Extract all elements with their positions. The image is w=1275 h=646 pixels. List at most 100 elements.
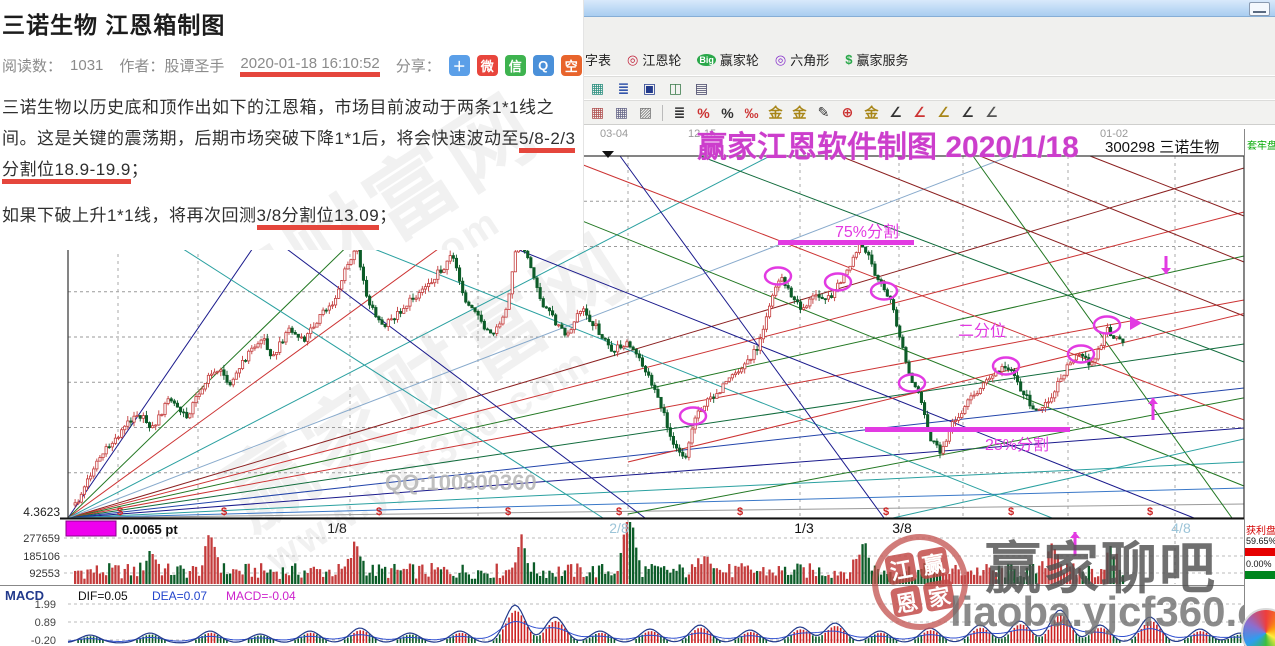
reads-count: 1031 [70,57,103,74]
seal-char: 赢 [917,546,951,580]
percent-icon[interactable]: % [717,103,738,122]
gold-line-icon[interactable]: 金 [789,103,810,122]
angle-build-icon[interactable]: ∠ [957,103,978,122]
angle-f-icon[interactable]: ∠ [909,103,930,122]
wechat-icon[interactable]: 信 [505,55,526,76]
author-name: 股谭圣手 [164,55,224,76]
article-title: 三诺生物 江恩箱制图 [2,6,581,40]
svg-text:03-04: 03-04 [600,128,628,140]
svg-text:$: $ [117,506,123,518]
weibo-icon[interactable]: 微 [477,55,498,76]
svg-text:DEA=0.07: DEA=0.07 [152,589,207,603]
svg-text:$: $ [221,506,227,518]
article-paragraph: 如果下破上升1*1线，将再次回测3/8分割位13.09； [2,200,581,231]
angle-j-icon[interactable]: ∠ [885,103,906,122]
profit-label: 获利盘 [1246,522,1275,537]
window-titlebar[interactable] [583,0,1275,17]
zero-bar [1245,571,1275,579]
print-icon[interactable]: ▤ [691,79,712,98]
menu-hexagon[interactable]: ◎六角形 [775,50,829,69]
svg-text:$: $ [505,506,511,518]
menu-winner-service[interactable]: $赢家服务 [845,50,908,69]
calc-icon[interactable]: ▦ [587,79,608,98]
qq-icon[interactable]: Q [533,55,554,76]
menu-gann-wheel[interactable]: ◎江恩轮 [627,50,681,69]
svg-text:QQ:100800360: QQ:100800360 [385,470,537,495]
article-paragraph: 三诺生物以历史底和顶作出如下的江恩箱，市场目前波动于两条1*1线之间。这是关键的… [2,92,581,185]
svg-text:300298 三诺生物: 300298 三诺生物 [1105,139,1219,156]
seal-char: 恩 [890,584,924,618]
svg-text:3/8: 3/8 [892,520,912,536]
menu-hexagon-icon: ◎ [775,52,786,68]
pen-icon[interactable]: ✎ [813,103,834,122]
target-red-icon[interactable]: ⊕ [837,103,858,122]
share-chart-icon[interactable]: ◫ [665,79,686,98]
gannbox-icon[interactable]: ▦ [611,103,632,122]
underlined-key-level: 3/8分割位13.09 [257,206,380,230]
article-overlay: 赢家财富网 www.yjcf360.com 三诺生物 江恩箱制图 阅读数：103… [0,0,584,250]
svg-text:$: $ [1147,506,1153,518]
svg-text:DIF=0.05: DIF=0.05 [78,589,128,603]
svg-text:2/8: 2/8 [609,520,629,536]
menu-gann-wheel-icon: ◎ [627,52,638,68]
article-meta: 阅读数：1031 作者：股谭圣手 2020-01-18 16:10:52 分享：… [2,54,581,77]
share-icon-row: ＋微信Q空贴 [449,54,584,77]
zero-percent: 0.00% [1246,559,1272,569]
share-more-icon[interactable]: ＋ [449,55,470,76]
svg-text:75%分割: 75%分割 [835,223,899,241]
menu-zibiao[interactable]: 字表 [585,50,611,69]
svg-text:1/8: 1/8 [327,520,347,536]
notes-icon[interactable]: ≣ [613,79,634,98]
profit-percent: 59.65% [1246,536,1275,546]
angle-fish-icon[interactable]: ∠ [933,103,954,122]
seal-char: 江 [884,552,918,586]
software-logo [1241,608,1275,646]
menu-winner-wheel[interactable]: Big赢家轮 [697,50,759,69]
svg-text:25%分割: 25%分割 [985,436,1049,454]
share-label: 分享： [396,55,441,76]
software-watermark: 赢家江恩软件制图 2020/1/18 [697,122,1079,166]
save-icon[interactable]: ▣ [639,79,660,98]
svg-text:二分位: 二分位 [958,322,1006,340]
chip-distribution-panel: 套牢盘 获利盘 59.65% 0.00% [1244,129,1275,646]
svg-text:$: $ [737,506,743,518]
svg-text:1/3: 1/3 [794,520,814,536]
toolbar-file: ▦ ≣ ▣ ◫ ▤ [583,76,1275,99]
percent-red-icon[interactable]: % [693,103,714,122]
screenshot-stage: 赢家财富网 www.yjcf360.com 03-0412-1501-02300… [0,0,1275,646]
gold-circle-icon[interactable]: 金 [765,103,786,122]
toolbar-separator [662,105,663,121]
bars-tool-icon[interactable]: ≣ [669,103,690,122]
svg-text:$: $ [376,506,382,518]
angle-misc-icon[interactable]: ∠ [981,103,1002,122]
menu-bar: 字表 ◎江恩轮 Big赢家轮 ◎六角形 $赢家服务 [585,50,909,69]
qzone-icon[interactable]: 空 [561,55,582,76]
article-datetime: 2020-01-18 16:10:52 [240,55,379,77]
brand-url-watermark: liaoba.yjcf360.com [950,588,1275,636]
menu-winner-wheel-icon: Big [697,54,716,66]
angles-icon[interactable]: ▨ [635,103,656,122]
svg-text:$: $ [616,506,622,518]
svg-text:4.3623: 4.3623 [23,505,60,519]
svg-text:-0.20: -0.20 [31,635,56,646]
permille-icon[interactable]: ‰ [741,103,762,122]
menu-winner-service-icon: $ [845,52,852,67]
svg-text:$: $ [1008,506,1014,518]
svg-text:0.0065 pt: 0.0065 pt [122,522,178,537]
svg-text:185106: 185106 [23,551,60,563]
article-paragraph: 当下还应注意江恩箱二分位16.00； [2,246,581,250]
svg-text:1.99: 1.99 [35,599,56,611]
svg-text:MACD=-0.04: MACD=-0.04 [226,589,296,603]
menu-strip: 字表 ◎江恩轮 Big赢家轮 ◎六角形 $赢家服务 [583,17,1275,75]
author-label: 作者： [119,55,164,76]
svg-text:92553: 92553 [29,568,60,580]
minimize-button[interactable] [1249,2,1270,16]
gannbox-red-icon[interactable]: ▦ [587,103,608,122]
trapped-label: 套牢盘 [1247,137,1275,152]
svg-text:0.89: 0.89 [35,617,56,629]
profit-bar [1245,548,1275,556]
svg-text:277659: 277659 [23,533,60,545]
article-body: 三诺生物以历史底和顶作出如下的江恩箱，市场目前波动于两条1*1线之间。这是关键的… [2,92,581,250]
gold2-icon[interactable]: 金 [861,103,882,122]
svg-text:$: $ [883,506,889,518]
